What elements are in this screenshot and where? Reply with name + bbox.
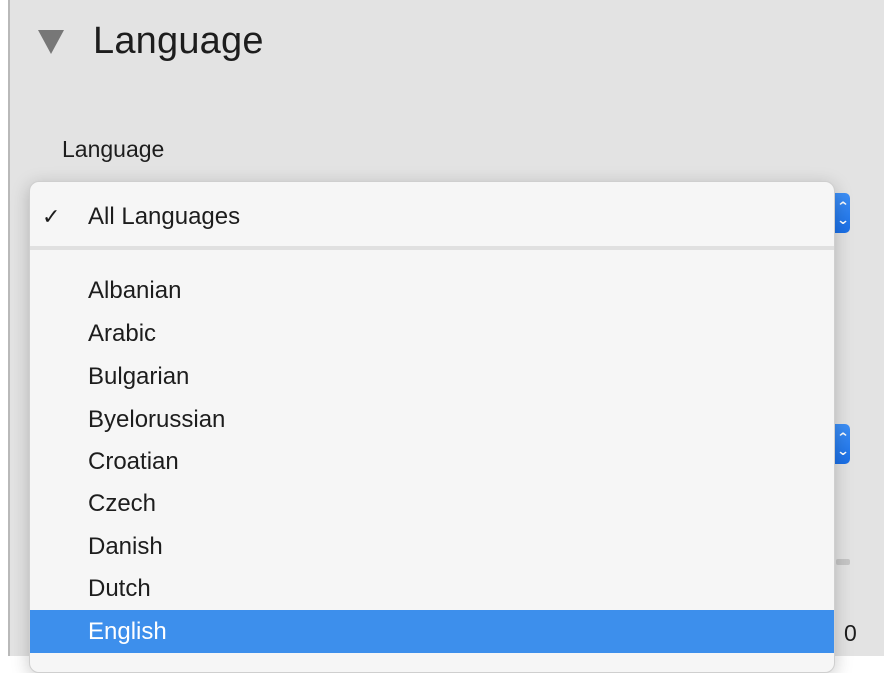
menu-item-label: All Languages xyxy=(88,202,241,230)
language-section-header[interactable]: Language xyxy=(38,18,264,64)
menu-item-label: Arabic xyxy=(88,319,157,347)
checkmark-icon: ✓ xyxy=(42,203,61,229)
language-field-label: Language xyxy=(62,136,165,162)
menu-item-all-languages[interactable]: ✓ All Languages xyxy=(30,195,834,238)
menu-item-bulgarian[interactable]: Bulgarian xyxy=(30,355,834,398)
menu-item-english[interactable]: English xyxy=(30,610,834,653)
menu-item-arabic[interactable]: Arabic xyxy=(30,312,834,355)
window-edge xyxy=(0,0,8,656)
partial-value-text: 0 xyxy=(844,620,857,646)
menu-item-label: Czech xyxy=(88,489,157,517)
menu-separator xyxy=(30,246,834,250)
menu-item-albanian[interactable]: Albanian xyxy=(30,269,834,312)
slider-track[interactable] xyxy=(836,559,850,565)
menu-item-danish[interactable]: Danish xyxy=(30,525,834,568)
menu-item-label: Albanian xyxy=(88,276,182,304)
menu-item-label: Croatian xyxy=(88,447,179,475)
language-dropdown-menu: ✓ All Languages Albanian Arabic Bulgaria… xyxy=(29,181,835,673)
menu-item-label: Bulgarian xyxy=(88,362,190,390)
menu-item-croatian[interactable]: Croatian xyxy=(30,440,834,483)
section-title: Language xyxy=(93,19,264,62)
triangle-down-icon[interactable] xyxy=(38,30,64,54)
menu-item-label: Danish xyxy=(88,532,163,560)
menu-item-byelorussian[interactable]: Byelorussian xyxy=(30,398,834,441)
menu-item-czech[interactable]: Czech xyxy=(30,482,834,525)
menu-item-label: Dutch xyxy=(88,574,151,602)
menu-item-label: English xyxy=(88,617,167,645)
menu-item-dutch[interactable]: Dutch xyxy=(30,567,834,610)
menu-item-label: Byelorussian xyxy=(88,405,226,433)
